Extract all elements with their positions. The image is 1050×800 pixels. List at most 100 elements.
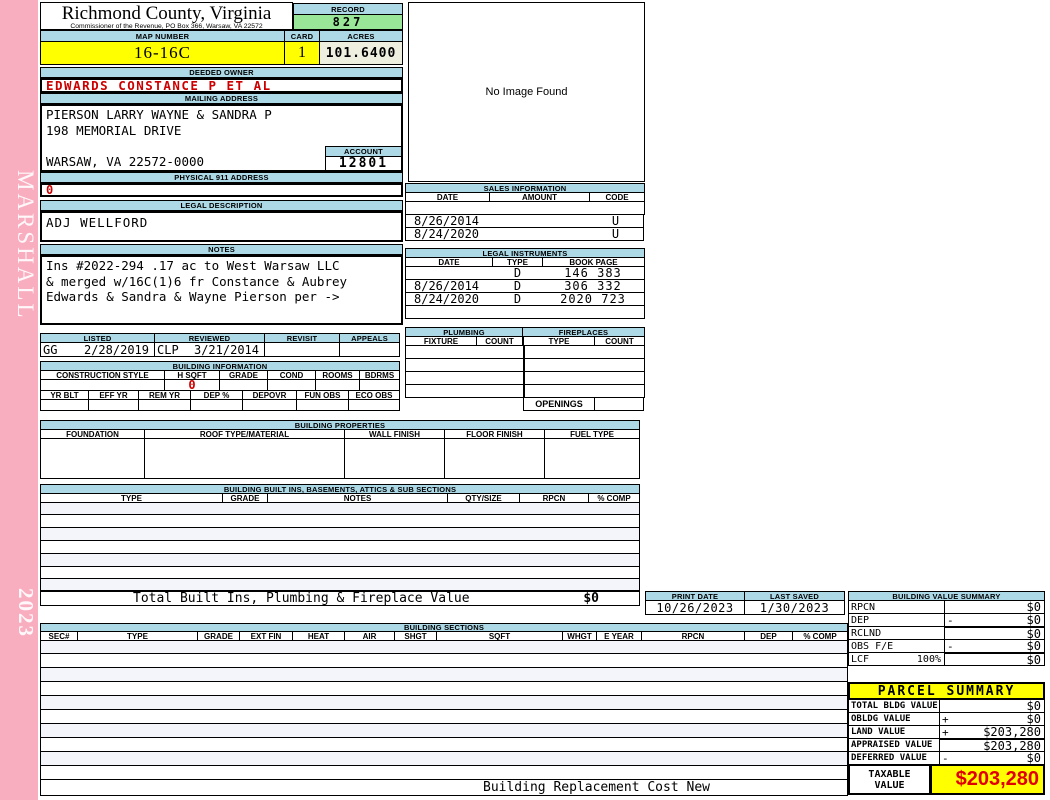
instr-row-date[interactable] — [405, 266, 493, 280]
instr-row-date[interactable]: 8/26/2014 — [405, 279, 493, 293]
instr-row-date[interactable]: 8/24/2020 — [405, 292, 493, 306]
building-sections-footer: Building Replacement Cost New — [40, 779, 848, 796]
ps-value: $0 — [1026, 712, 1041, 726]
notes-line[interactable]: Ins #2022-294 .17 ac to West Warsaw LLC — [42, 258, 401, 274]
sales-row-date[interactable]: 8/24/2020 — [405, 227, 525, 241]
record-box: RECORD 827 — [293, 3, 403, 30]
building-information-table: BUILDING INFORMATION CONSTRUCTION STYLE … — [40, 361, 400, 411]
building-sections-empty-row — [40, 723, 848, 738]
sales-row-amount[interactable] — [524, 227, 589, 241]
fireplaces-row[interactable] — [523, 371, 645, 385]
appeals-value[interactable] — [339, 342, 400, 357]
bs-col: SQFT — [436, 631, 563, 641]
bs-col: WHGT — [562, 631, 597, 641]
floor-finish-value[interactable] — [444, 438, 545, 479]
print-date-value: 10/26/2023 — [645, 600, 745, 615]
mailing-line[interactable]: 198 MEMORIAL DRIVE — [42, 123, 401, 139]
ps-row-value: - $0 — [939, 751, 1045, 765]
fireplaces-row[interactable] — [523, 384, 645, 398]
fireplaces-openings-value[interactable] — [594, 397, 644, 411]
county-title-box: Richmond County, Virginia Commissioner o… — [40, 2, 293, 30]
building-value-summary: BUILDING VALUE SUMMARY RPCN $0 DEP - $0 … — [848, 591, 1045, 666]
physical-address-value[interactable]: 0 — [40, 183, 403, 197]
instr-row-bookpage[interactable]: 146 383 — [542, 266, 645, 280]
listed-date: 2/28/2019 — [83, 342, 149, 357]
card-value[interactable]: 1 — [284, 41, 320, 65]
roof-value[interactable] — [144, 438, 345, 479]
building-sections-empty-row — [40, 681, 848, 696]
account-value[interactable]: 12801 — [325, 156, 402, 171]
fireplaces-row[interactable] — [523, 358, 645, 372]
fireplaces-row[interactable] — [523, 345, 645, 359]
notes-line[interactable]: Edwards & Sandra & Wayne Pierson per -> — [42, 289, 401, 305]
sidebar-book-label: MARSHALL — [13, 169, 38, 321]
reviewed-value[interactable]: CLP 3/21/2014 — [154, 342, 265, 357]
sales-row-code[interactable]: U — [588, 227, 644, 241]
built-ins-total-label: Total Built Ins, Plumbing & Fireplace Va… — [133, 591, 470, 606]
built-ins-empty-row — [40, 553, 640, 567]
notes-box[interactable]: Ins #2022-294 .17 ac to West Warsaw LLC … — [40, 255, 403, 325]
physical-address-label: PHYSICAL 911 ADDRESS — [40, 172, 403, 183]
ps-row-label: DEFERRED VALUE — [848, 751, 940, 765]
plumbing-row[interactable] — [405, 345, 524, 359]
instr-row-bookpage[interactable]: 306 332 — [542, 279, 645, 293]
fun-obs-value[interactable] — [296, 399, 349, 411]
deeded-owner-value[interactable]: EDWARDS CONSTANCE P ET AL — [40, 78, 403, 93]
sales-row-date[interactable]: 8/26/2014 — [405, 214, 525, 228]
wall-finish-value[interactable] — [344, 438, 445, 479]
rem-yr-value[interactable] — [138, 399, 191, 411]
legal-instruments-table: LEGAL INSTRUMENTS DATE TYPE BOOK PAGE D … — [405, 248, 645, 319]
bvs-value: $0 — [1026, 652, 1041, 666]
eff-yr-value[interactable] — [88, 399, 139, 411]
bvs-row-value: - $0 — [944, 613, 1045, 627]
listed-by: GG — [43, 342, 58, 357]
bs-col: SEC# — [40, 631, 78, 641]
bvs-row-label: DEP — [848, 613, 945, 627]
listed-value[interactable]: GG 2/28/2019 — [40, 342, 155, 357]
instr-row-type[interactable]: D — [492, 266, 543, 280]
ps-row-value: $203,280 — [939, 738, 1045, 752]
plumbing-row[interactable] — [405, 384, 524, 398]
acres-value[interactable]: 101.6400 — [319, 41, 403, 65]
foundation-value[interactable] — [40, 438, 145, 479]
built-ins-col: GRADE — [222, 493, 268, 503]
dep-pct-value[interactable] — [190, 399, 243, 411]
built-ins-col: RPCN — [519, 493, 589, 503]
ps-row-value: + $0 — [939, 712, 1045, 726]
ps-value: $203,280 — [983, 725, 1041, 739]
ps-value: $0 — [1026, 699, 1041, 713]
sales-information-table: SALES INFORMATION DATE AMOUNT CODE 8/26/… — [405, 183, 645, 241]
legal-description-label: LEGAL DESCRIPTION — [40, 200, 403, 211]
legal-description-value[interactable]: ADJ WELLFORD — [40, 211, 403, 242]
yr-blt-value[interactable] — [40, 399, 89, 411]
last-saved-value: 1/30/2023 — [744, 600, 845, 615]
no-image-message: No Image Found — [485, 86, 568, 98]
ps-op: + — [942, 712, 949, 726]
bvs-row-label: LCF 100% — [848, 652, 945, 666]
built-ins-col: % COMP — [588, 493, 640, 503]
plumbing-row[interactable] — [405, 358, 524, 372]
record-value[interactable]: 827 — [293, 14, 403, 30]
instr-row-type[interactable]: D — [492, 279, 543, 293]
sales-row-date[interactable] — [405, 201, 645, 215]
instr-row-bookpage[interactable]: 2020 723 — [542, 292, 645, 306]
built-ins-total-row: Total Built Ins, Plumbing & Fireplace Va… — [40, 590, 640, 606]
notes-line[interactable]: & merged w/16C(1)6 fr Constance & Aubrey — [42, 274, 401, 290]
ps-value: $203,280 — [983, 738, 1041, 752]
instr-row-empty[interactable] — [405, 305, 645, 319]
built-ins-empty-row — [40, 514, 640, 528]
deeded-owner-label: DEEDED OWNER — [40, 67, 403, 78]
revisit-value[interactable] — [264, 342, 340, 357]
map-number-value[interactable]: 16-16C — [40, 41, 285, 65]
depovr-value[interactable] — [242, 399, 297, 411]
mailing-line[interactable]: PIERSON LARRY WAYNE & SANDRA P — [42, 107, 401, 123]
building-sections-empty-row — [40, 695, 848, 710]
sales-row-amount[interactable] — [524, 214, 589, 228]
instr-row-type[interactable]: D — [492, 292, 543, 306]
bvs-value: $0 — [1026, 639, 1041, 653]
plumbing-row[interactable] — [405, 371, 524, 385]
sales-row-code[interactable]: U — [588, 214, 644, 228]
eco-obs-value[interactable] — [348, 399, 400, 411]
building-sections-empty-row — [40, 765, 848, 780]
fuel-type-value[interactable] — [544, 438, 640, 479]
